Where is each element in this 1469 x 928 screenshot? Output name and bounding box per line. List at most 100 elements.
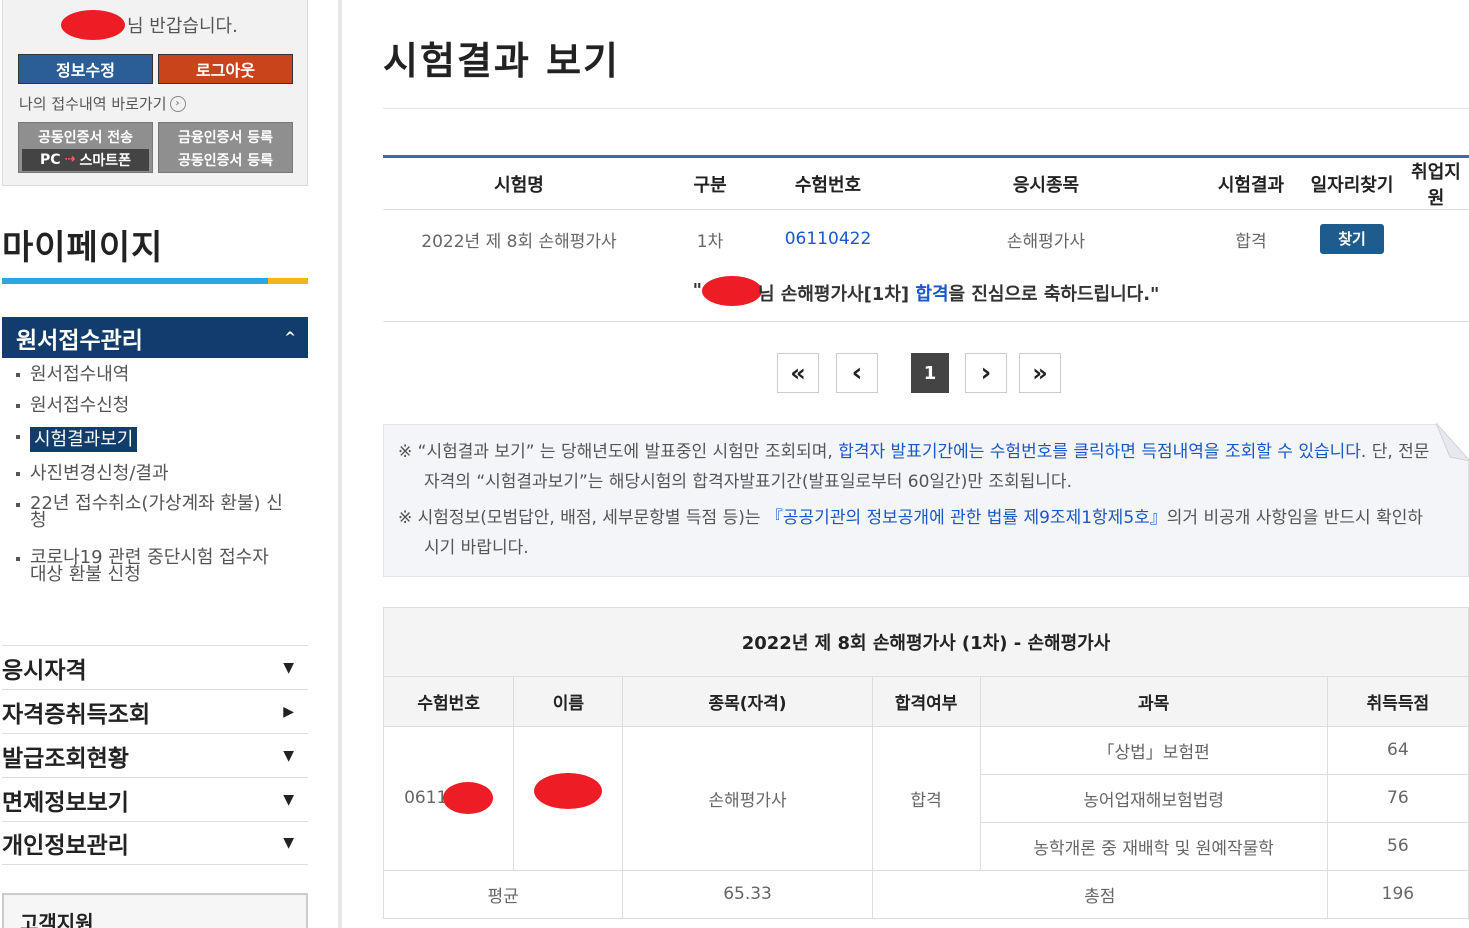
score-detail: 2022년 제 8회 손해평가사 (1차) - 손해평가사 수험번호 이름 종목… xyxy=(383,607,1469,919)
edit-info-button[interactable]: 정보수정 xyxy=(18,54,153,84)
score-table: 수험번호 이름 종목(자격) 합격여부 과목 취득득점 0611 손해평가사 합… xyxy=(384,677,1468,918)
first-page-button[interactable]: « xyxy=(777,353,819,393)
submenu-item-active[interactable]: 시험결과보기 xyxy=(16,427,306,452)
item-cell: 손해평가사 xyxy=(622,725,873,871)
col-subject: 과목 xyxy=(979,677,1328,727)
sidebar-divider xyxy=(338,0,342,928)
notice-box: ※ “시험결과 보기” 는 당해년도에 발표중인 시험만 조회되며, 합격자 발… xyxy=(383,423,1469,577)
average-label: 평균 xyxy=(384,869,624,918)
financial-cert-label: 금융인증서 등록 xyxy=(177,129,274,146)
masked-exam-number: 0611 xyxy=(384,725,515,871)
page-fold-icon xyxy=(1436,423,1469,461)
pass-highlight: 합격 xyxy=(915,284,949,305)
menu-item[interactable]: 면제정보보기 ▼ xyxy=(2,777,308,821)
subject-name: 농학개론 중 재배학 및 원예작물학 xyxy=(980,821,1328,871)
subject-name: 「상법」보험편 xyxy=(979,725,1328,775)
chevron-right-icon: ▶ xyxy=(283,703,294,720)
col-round: 구분 xyxy=(693,174,727,196)
col-exam-name: 시험명 xyxy=(494,174,544,196)
submenu-item[interactable]: 사진변경신청/결과 xyxy=(16,464,306,483)
logout-button[interactable]: 로그아웃 xyxy=(158,54,293,84)
next-page-button[interactable]: › xyxy=(965,353,1007,393)
submenu-item[interactable]: 22년 접수취소(가상계좌 환불) 신청 xyxy=(16,495,286,530)
congratulation-message: " 님 손해평가사[1차] 합격 을 진심으로 축하드립니다." xyxy=(383,264,1469,322)
cert-register-button[interactable]: 금융인증서 등록 공동인증서 등록 xyxy=(158,122,293,173)
menu-item[interactable]: 개인정보관리 ▼ xyxy=(2,821,308,865)
redacted-name xyxy=(61,10,125,40)
menu-application-management-label: 원서접수관리 xyxy=(16,327,143,354)
chevron-down-icon: ▼ xyxy=(283,791,294,808)
find-job-button[interactable]: 찾기 xyxy=(1320,224,1384,254)
smartphone-label: 스마트폰 xyxy=(79,152,131,169)
total-value: 196 xyxy=(1326,869,1468,918)
col-item: 종목(자격) xyxy=(622,677,873,727)
circle-arrow-icon: › xyxy=(169,95,186,112)
subject-score: 56 xyxy=(1326,821,1468,871)
pass-cell: 합격 xyxy=(871,725,981,871)
redacted-name xyxy=(534,772,603,809)
page-title: 시험결과 보기 xyxy=(383,39,620,83)
submenu-item[interactable]: 코로나19 관련 중단시험 접수자 대상 환불 신청 xyxy=(16,549,286,584)
chevron-up-icon: ^ xyxy=(284,329,296,346)
table-row-summary: 평균 65.33 총점 196 xyxy=(384,869,1468,918)
main-content: 시험결과 보기 시험명 구분 수험번호 응시종목 시험결과 일자리찾기 취업지원… xyxy=(383,0,1469,928)
divider xyxy=(383,108,1469,109)
notice-paragraph: ※ “시험결과 보기” 는 당해년도에 발표중인 시험만 조회되며, 합격자 발… xyxy=(398,442,1430,492)
score-table-header: 수험번호 이름 종목(자격) 합격여부 과목 취득득점 xyxy=(384,677,1468,727)
menu-item[interactable]: 자격증취득조회 ▶ xyxy=(2,689,308,733)
login-box: 님 반갑습니다. 정보수정 로그아웃 나의 접수내역 바로가기 › 공동인증서 … xyxy=(2,0,308,186)
pc-label: PC xyxy=(40,151,61,168)
redacted-number xyxy=(443,782,494,814)
total-label: 총점 xyxy=(871,869,1328,918)
submenu-item[interactable]: 원서접수신청 xyxy=(16,396,306,415)
greeting-text: 님 반갑습니다. xyxy=(127,16,238,37)
menu-application-management[interactable]: 원서접수관리 ^ xyxy=(2,317,308,358)
joint-cert-label: 공동인증서 등록 xyxy=(177,152,274,169)
mypage-title: 마이페이지 xyxy=(2,228,164,268)
subject-score: 76 xyxy=(1326,773,1468,823)
submenu-list: 원서접수내역 원서접수신청 시험결과보기 사진변경신청/결과 22년 접수취소(… xyxy=(16,365,306,595)
sidebar: 님 반갑습니다. 정보수정 로그아웃 나의 접수내역 바로가기 › 공동인증서 … xyxy=(0,0,310,928)
title-underline xyxy=(2,278,308,284)
exam-round: 1차 xyxy=(696,231,724,252)
exam-subject: 손해평가사 xyxy=(1006,231,1086,252)
exam-result: 합격 xyxy=(1235,231,1267,252)
col-result: 시험결과 xyxy=(1217,174,1285,196)
chevron-down-icon: ▼ xyxy=(283,835,294,851)
menu-item[interactable]: 발급조회현황 ▼ xyxy=(2,733,308,777)
col-name: 이름 xyxy=(513,677,624,727)
exam-name: 2022년 제 8회 손해평가사 xyxy=(421,231,617,252)
chevron-down-icon: ▼ xyxy=(283,659,294,676)
current-page[interactable]: 1 xyxy=(911,353,949,393)
my-applications-link[interactable]: 나의 접수내역 바로가기 › xyxy=(19,93,186,114)
menu-item[interactable]: 응시자격 ▼ xyxy=(2,645,308,689)
col-pass: 합격여부 xyxy=(871,677,981,727)
customer-support-box[interactable]: 고객지원 xyxy=(2,893,308,928)
prev-page-button[interactable]: ‹ xyxy=(836,353,878,393)
col-exam-number: 수험번호 xyxy=(794,174,862,196)
name-cell xyxy=(513,725,624,871)
last-page-button[interactable]: » xyxy=(1019,353,1061,393)
average-value: 65.33 xyxy=(622,869,873,918)
submenu-item[interactable]: 원서접수내역 xyxy=(16,365,306,384)
col-score: 취득득점 xyxy=(1326,677,1468,727)
col-job-search: 일자리찾기 xyxy=(1310,174,1394,196)
notice-paragraph: ※ 시험정보(모범답안, 배점, 세부문항별 득점 등)는 『공공기관의 정보공… xyxy=(398,508,1423,558)
table-row: 2022년 제 8회 손해평가사 1차 06110422 손해평가사 합격 찾기 xyxy=(383,210,1469,268)
result-table: 시험명 구분 수험번호 응시종목 시험결과 일자리찾기 취업지원 2022년 제… xyxy=(383,155,1469,268)
result-table-header: 시험명 구분 수험번호 응시종목 시험결과 일자리찾기 취업지원 xyxy=(383,158,1469,210)
redacted-name xyxy=(701,276,762,306)
col-exam-number: 수험번호 xyxy=(384,677,515,727)
col-employment-support: 취업지원 xyxy=(1411,161,1461,209)
table-row: 0611 손해평가사 합격 「상법」보험편 64 xyxy=(384,725,1468,871)
exam-number-link[interactable]: 06110422 xyxy=(785,229,872,249)
col-subject: 응시종목 xyxy=(1012,174,1080,196)
chevron-down-icon: ▼ xyxy=(283,747,294,764)
greeting: 님 반갑습니다. xyxy=(61,10,238,40)
subject-score: 64 xyxy=(1326,725,1468,775)
pagination: « ‹ 1 › » xyxy=(777,353,1061,393)
main-menu-list: 응시자격 ▼ 자격증취득조회 ▶ 발급조회현황 ▼ 면제정보보기 ▼ 개인정보관… xyxy=(2,645,308,865)
cert-send-button[interactable]: 공동인증서 전송 PC ⇢ 스마트폰 xyxy=(18,122,153,173)
my-applications-link-label: 나의 접수내역 바로가기 xyxy=(19,95,167,113)
arrow-right-icon: ⇢ xyxy=(64,152,76,167)
